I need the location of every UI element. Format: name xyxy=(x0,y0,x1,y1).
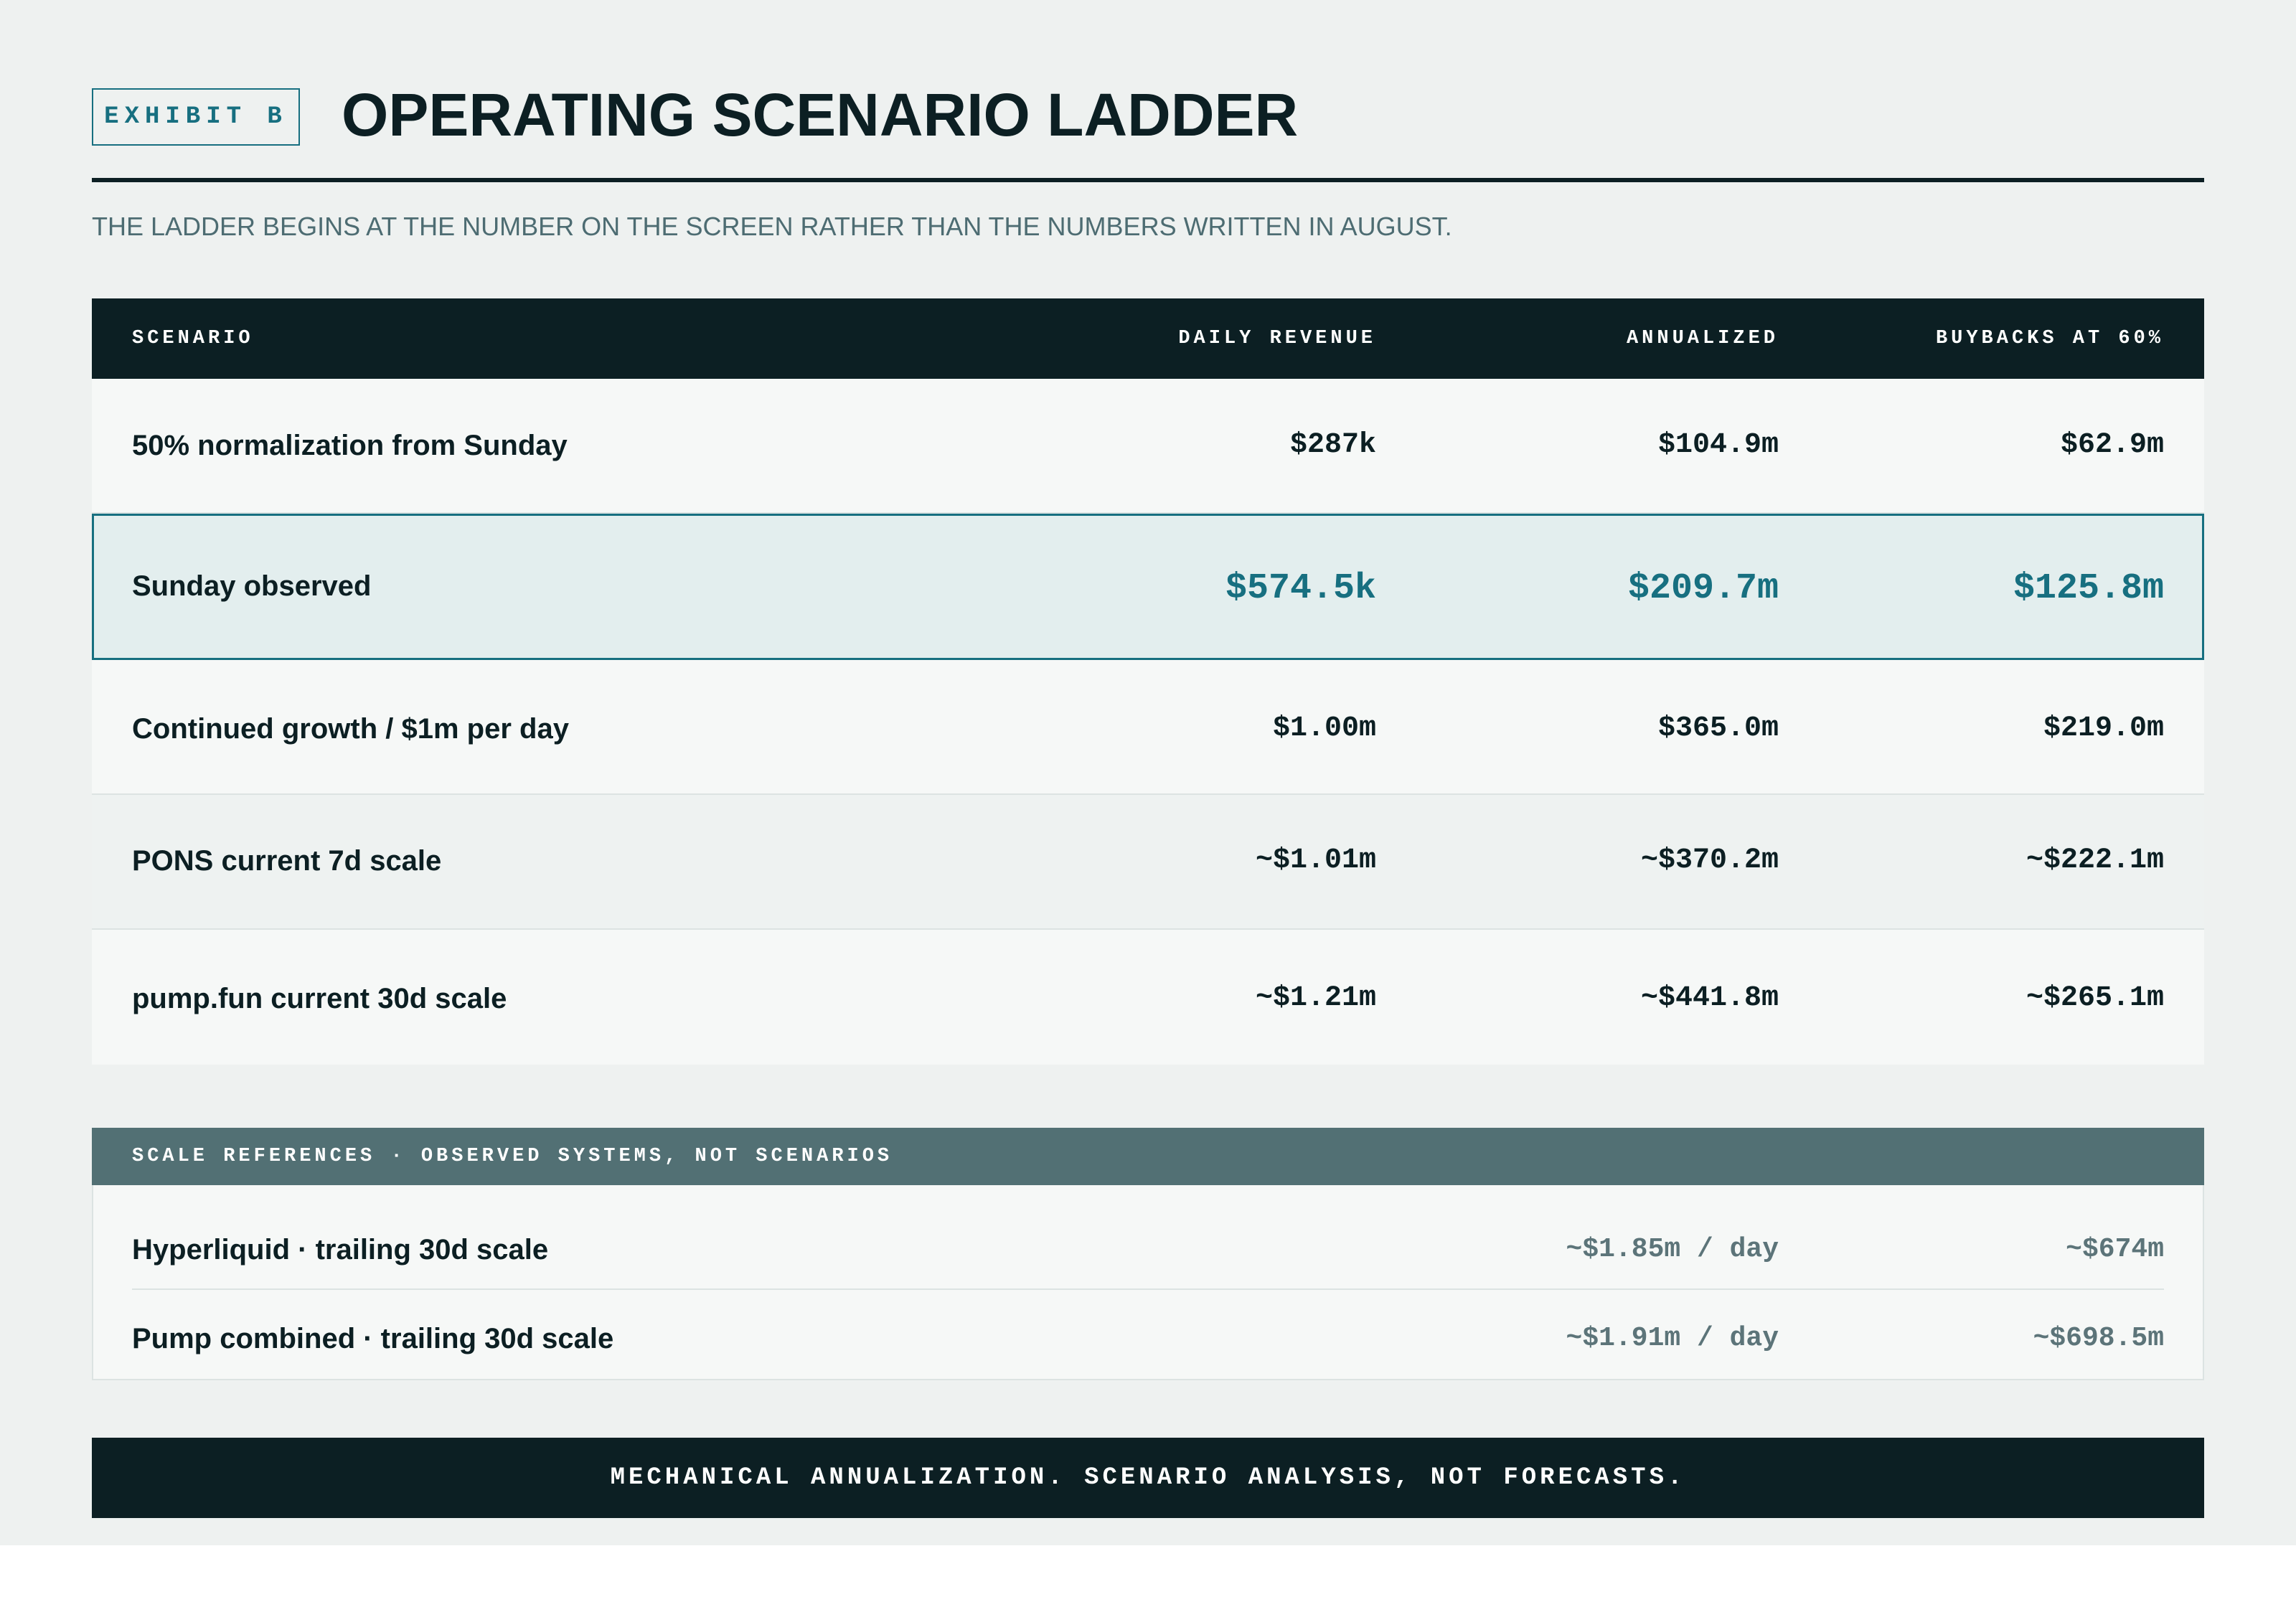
table-header: SCENARIO DAILY REVENUE ANNUALIZED BUYBAC… xyxy=(92,298,2204,379)
reference-daily-value: ~$1.85m / day xyxy=(1566,1234,1779,1265)
daily-revenue-value: ~$1.01m xyxy=(1255,844,1376,877)
column-header-buybacks: BUYBACKS AT 60% xyxy=(1935,328,2164,349)
annualized-value: $209.7m xyxy=(1627,568,1779,609)
reference-label: Pump combined · trailing 30d scale xyxy=(132,1323,614,1354)
scenario-label: Sunday observed xyxy=(132,570,372,602)
reference-annualized-value: ~$674m xyxy=(2066,1234,2164,1265)
scale-references-panel: SCALE REFERENCES · OBSERVED SYSTEMS, NOT… xyxy=(92,1128,2204,1380)
annualized-value: ~$370.2m xyxy=(1640,844,1779,877)
buybacks-value: ~$222.1m xyxy=(2026,844,2164,877)
reference-row: Pump combined · trailing 30d scale ~$1.9… xyxy=(93,1296,2203,1382)
table-row: 50% normalization from Sunday $287k $104… xyxy=(92,379,2204,514)
scenario-label: 50% normalization from Sunday xyxy=(132,430,568,461)
scale-references-heading: SCALE REFERENCES · OBSERVED SYSTEMS, NOT… xyxy=(92,1128,2204,1185)
annualized-value: ~$441.8m xyxy=(1640,982,1779,1014)
table-row: PONS current 7d scale ~$1.01m ~$370.2m ~… xyxy=(92,795,2204,930)
table-row: Continued growth / $1m per day $1.00m $3… xyxy=(92,660,2204,795)
reference-daily-value: ~$1.91m / day xyxy=(1566,1323,1779,1354)
daily-revenue-value: $1.00m xyxy=(1272,712,1376,745)
reference-label: Hyperliquid · trailing 30d scale xyxy=(132,1234,549,1266)
reference-annualized-value: ~$698.5m xyxy=(2033,1323,2164,1354)
scenario-label: Continued growth / $1m per day xyxy=(132,713,569,745)
annualized-value: $104.9m xyxy=(1657,429,1779,461)
column-header-annualized: ANNUALIZED xyxy=(1626,328,1779,349)
reference-divider xyxy=(132,1288,2164,1290)
annualized-value: $365.0m xyxy=(1657,712,1779,745)
buybacks-value: $125.8m xyxy=(2013,568,2164,609)
page-subtitle: THE LADDER BEGINS AT THE NUMBER ON THE S… xyxy=(92,212,1452,241)
title-rule xyxy=(92,178,2204,182)
table-row-highlighted: Sunday observed $574.5k $209.7m $125.8m xyxy=(92,514,2204,660)
buybacks-value: $62.9m xyxy=(2060,429,2164,461)
disclaimer-footer: MECHANICAL ANNUALIZATION. SCENARIO ANALY… xyxy=(92,1438,2204,1518)
exhibit-badge: EXHIBIT B xyxy=(92,88,300,146)
column-header-daily-revenue: DAILY REVENUE xyxy=(1178,328,1376,349)
daily-revenue-value: $287k xyxy=(1289,429,1376,461)
scenario-table: SCENARIO DAILY REVENUE ANNUALIZED BUYBAC… xyxy=(92,298,2204,1065)
scenario-label: pump.fun current 30d scale xyxy=(132,983,507,1014)
buybacks-value: ~$265.1m xyxy=(2026,982,2164,1014)
table-row: pump.fun current 30d scale ~$1.21m ~$441… xyxy=(92,930,2204,1065)
reference-row: Hyperliquid · trailing 30d scale ~$1.85m… xyxy=(93,1207,2203,1293)
buybacks-value: $219.0m xyxy=(2043,712,2164,745)
exhibit-page: EXHIBIT B OPERATING SCENARIO LADDER THE … xyxy=(0,0,2296,1545)
daily-revenue-value: $574.5k xyxy=(1225,568,1376,609)
scenario-label: PONS current 7d scale xyxy=(132,845,442,877)
column-header-scenario: SCENARIO xyxy=(132,328,254,349)
daily-revenue-value: ~$1.21m xyxy=(1255,982,1376,1014)
page-title: OPERATING SCENARIO LADDER xyxy=(342,81,1299,149)
